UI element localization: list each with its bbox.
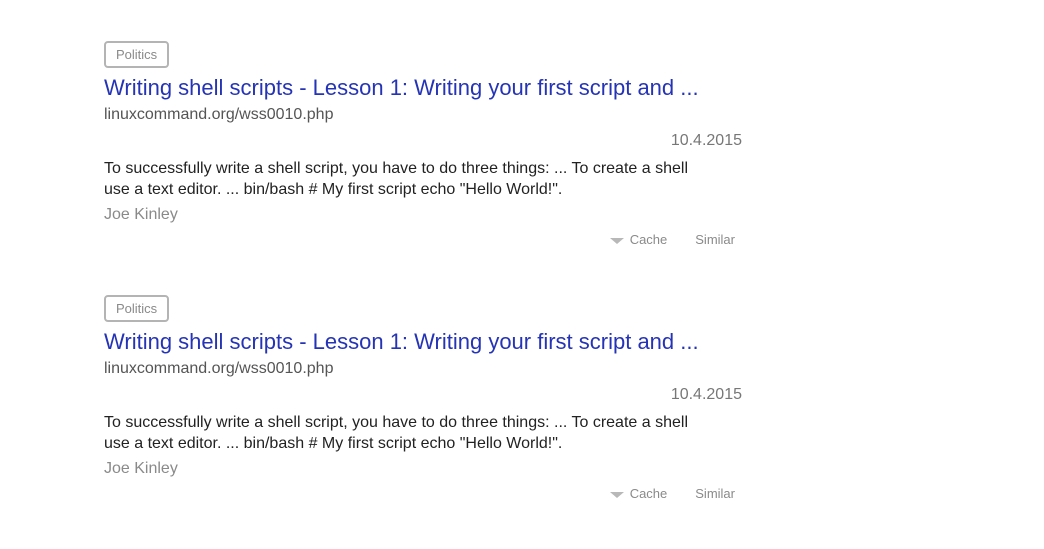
result-url: linuxcommand.org/wss0010.php: [104, 106, 334, 123]
search-results-list: Politics Writing shell scripts - Lesson …: [104, 41, 744, 549]
result-date: 10.4.2015: [670, 386, 742, 403]
snippet-line: To successfully write a shell script, yo…: [104, 160, 688, 177]
caret-down-icon: [609, 237, 624, 244]
result-snippet: To successfully write a shell script, yo…: [104, 158, 749, 200]
snippet-line: use a text editor. ... bin/bash # My fir…: [104, 181, 563, 198]
search-result: Politics Writing shell scripts - Lesson …: [104, 295, 744, 549]
snippet-line: use a text editor. ... bin/bash # My fir…: [104, 435, 563, 452]
result-author: Joe Kinley: [104, 460, 178, 477]
category-badge[interactable]: Politics: [104, 295, 170, 322]
snippet-line: To successfully write a shell script, yo…: [104, 414, 688, 431]
result-snippet: To successfully write a shell script, yo…: [104, 412, 749, 454]
result-actions: Cache Similar: [609, 485, 735, 503]
cache-label: Cache: [629, 232, 668, 247]
result-date: 10.4.2015: [670, 132, 742, 149]
result-url: linuxcommand.org/wss0010.php: [104, 360, 334, 377]
cache-button[interactable]: Cache: [609, 231, 668, 249]
search-result: Politics Writing shell scripts - Lesson …: [104, 41, 744, 295]
result-title-link[interactable]: Writing shell scripts - Lesson 1: Writin…: [104, 75, 699, 101]
cache-label: Cache: [629, 486, 668, 501]
result-author: Joe Kinley: [104, 206, 178, 223]
cache-button[interactable]: Cache: [609, 485, 668, 503]
caret-down-icon: [609, 491, 624, 498]
result-actions: Cache Similar: [609, 231, 735, 249]
similar-link[interactable]: Similar: [695, 231, 735, 249]
category-badge[interactable]: Politics: [104, 41, 170, 68]
similar-link[interactable]: Similar: [695, 485, 735, 503]
result-title-link[interactable]: Writing shell scripts - Lesson 1: Writin…: [104, 329, 699, 355]
